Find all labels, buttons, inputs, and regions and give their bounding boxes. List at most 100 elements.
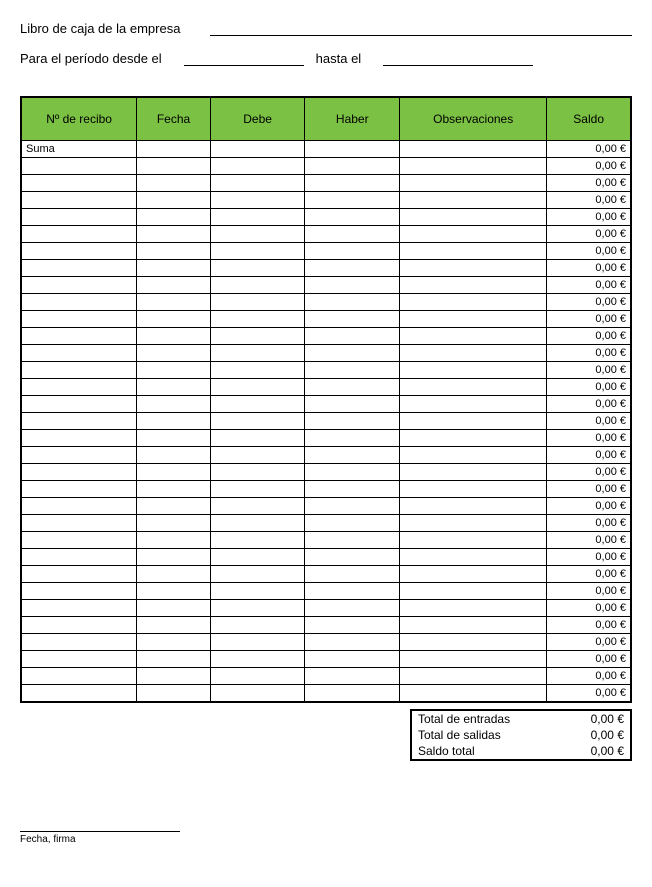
cell-fecha[interactable] [137, 192, 211, 209]
cell-fecha[interactable] [137, 294, 211, 311]
cell-recibo[interactable] [21, 328, 137, 345]
cell-obs[interactable] [400, 498, 547, 515]
cell-obs[interactable] [400, 685, 547, 702]
cell-debe[interactable] [210, 260, 305, 277]
cell-haber[interactable] [305, 226, 400, 243]
cell-recibo[interactable] [21, 447, 137, 464]
cell-recibo[interactable] [21, 464, 137, 481]
cell-fecha[interactable] [137, 277, 211, 294]
cell-debe[interactable] [210, 464, 305, 481]
cell-haber[interactable] [305, 668, 400, 685]
cell-recibo[interactable]: Suma [21, 141, 137, 158]
cell-haber[interactable] [305, 294, 400, 311]
cell-obs[interactable] [400, 345, 547, 362]
cell-fecha[interactable] [137, 243, 211, 260]
cell-fecha[interactable] [137, 668, 211, 685]
cell-debe[interactable] [210, 362, 305, 379]
cell-fecha[interactable] [137, 345, 211, 362]
cell-fecha[interactable] [137, 634, 211, 651]
cell-fecha[interactable] [137, 651, 211, 668]
cell-recibo[interactable] [21, 209, 137, 226]
cell-debe[interactable] [210, 549, 305, 566]
period-from-input-line[interactable] [184, 50, 304, 66]
cell-recibo[interactable] [21, 617, 137, 634]
cell-debe[interactable] [210, 600, 305, 617]
cell-debe[interactable] [210, 175, 305, 192]
cell-haber[interactable] [305, 498, 400, 515]
cell-debe[interactable] [210, 668, 305, 685]
cell-fecha[interactable] [137, 685, 211, 702]
cell-fecha[interactable] [137, 481, 211, 498]
cell-haber[interactable] [305, 651, 400, 668]
cell-fecha[interactable] [137, 413, 211, 430]
cell-fecha[interactable] [137, 226, 211, 243]
cell-obs[interactable] [400, 464, 547, 481]
cell-recibo[interactable] [21, 345, 137, 362]
cell-obs[interactable] [400, 583, 547, 600]
cell-haber[interactable] [305, 549, 400, 566]
cell-recibo[interactable] [21, 294, 137, 311]
cell-fecha[interactable] [137, 209, 211, 226]
cell-debe[interactable] [210, 379, 305, 396]
cell-haber[interactable] [305, 617, 400, 634]
cell-fecha[interactable] [137, 396, 211, 413]
cell-debe[interactable] [210, 515, 305, 532]
cell-debe[interactable] [210, 192, 305, 209]
cell-debe[interactable] [210, 209, 305, 226]
cell-obs[interactable] [400, 311, 547, 328]
cell-recibo[interactable] [21, 651, 137, 668]
cell-fecha[interactable] [137, 175, 211, 192]
cell-recibo[interactable] [21, 226, 137, 243]
cell-recibo[interactable] [21, 430, 137, 447]
cell-obs[interactable] [400, 634, 547, 651]
cell-debe[interactable] [210, 294, 305, 311]
cell-debe[interactable] [210, 617, 305, 634]
cell-fecha[interactable] [137, 379, 211, 396]
cell-recibo[interactable] [21, 600, 137, 617]
cell-debe[interactable] [210, 634, 305, 651]
cell-fecha[interactable] [137, 447, 211, 464]
cell-recibo[interactable] [21, 685, 137, 702]
cell-obs[interactable] [400, 617, 547, 634]
cell-fecha[interactable] [137, 260, 211, 277]
cell-recibo[interactable] [21, 413, 137, 430]
cell-debe[interactable] [210, 413, 305, 430]
cell-recibo[interactable] [21, 566, 137, 583]
cell-fecha[interactable] [137, 362, 211, 379]
cell-recibo[interactable] [21, 498, 137, 515]
cell-recibo[interactable] [21, 481, 137, 498]
cell-haber[interactable] [305, 430, 400, 447]
cell-obs[interactable] [400, 158, 547, 175]
cell-haber[interactable] [305, 515, 400, 532]
cell-haber[interactable] [305, 566, 400, 583]
cell-obs[interactable] [400, 549, 547, 566]
cell-debe[interactable] [210, 651, 305, 668]
cell-haber[interactable] [305, 362, 400, 379]
cell-debe[interactable] [210, 311, 305, 328]
cell-debe[interactable] [210, 566, 305, 583]
cell-obs[interactable] [400, 566, 547, 583]
cell-fecha[interactable] [137, 328, 211, 345]
cell-fecha[interactable] [137, 566, 211, 583]
cell-recibo[interactable] [21, 515, 137, 532]
cell-haber[interactable] [305, 600, 400, 617]
cell-recibo[interactable] [21, 583, 137, 600]
cell-obs[interactable] [400, 447, 547, 464]
cell-debe[interactable] [210, 277, 305, 294]
cell-haber[interactable] [305, 345, 400, 362]
cell-obs[interactable] [400, 515, 547, 532]
cell-debe[interactable] [210, 498, 305, 515]
cell-haber[interactable] [305, 464, 400, 481]
cell-debe[interactable] [210, 226, 305, 243]
cell-haber[interactable] [305, 158, 400, 175]
cell-obs[interactable] [400, 379, 547, 396]
cell-haber[interactable] [305, 175, 400, 192]
cell-obs[interactable] [400, 175, 547, 192]
cell-debe[interactable] [210, 243, 305, 260]
cell-recibo[interactable] [21, 634, 137, 651]
cell-obs[interactable] [400, 243, 547, 260]
cell-obs[interactable] [400, 413, 547, 430]
cell-debe[interactable] [210, 685, 305, 702]
cell-haber[interactable] [305, 328, 400, 345]
cell-obs[interactable] [400, 226, 547, 243]
